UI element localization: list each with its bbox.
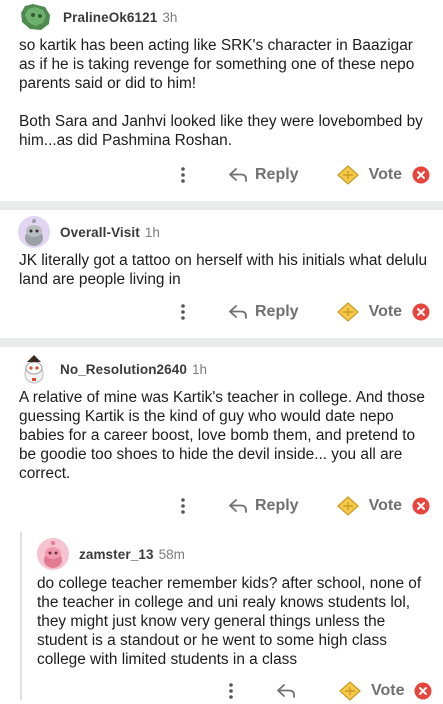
reply-label: Reply bbox=[255, 166, 299, 183]
avatar[interactable] bbox=[37, 538, 69, 570]
vote-group: Vote bbox=[336, 165, 430, 185]
remove-x-icon[interactable] bbox=[412, 497, 430, 515]
remove-x-icon[interactable] bbox=[412, 166, 430, 184]
vote-label[interactable]: Vote bbox=[369, 497, 402, 515]
comment-actions: Reply Vote bbox=[173, 162, 430, 188]
timestamp: 1h bbox=[191, 361, 208, 377]
comment-body: do college teacher remember kids? after … bbox=[37, 574, 435, 669]
more-vertical-icon bbox=[181, 304, 185, 320]
comment-2: Overall-Visit 1h JK literally got a tatt… bbox=[0, 210, 443, 338]
timestamp: 3h bbox=[162, 9, 178, 25]
avatar[interactable] bbox=[18, 216, 50, 248]
more-vertical-icon bbox=[181, 167, 185, 183]
username[interactable]: zamster_13 bbox=[79, 547, 154, 562]
snoo-avatar-icon bbox=[18, 216, 50, 248]
comment-actions: Vote bbox=[221, 678, 432, 704]
vote-coin-icon[interactable] bbox=[336, 496, 359, 516]
snoo-avatar-icon bbox=[21, 4, 50, 30]
vote-group: Vote bbox=[336, 302, 430, 322]
remove-x-icon[interactable] bbox=[412, 303, 430, 321]
comment-actions: Reply Vote bbox=[173, 493, 430, 519]
timestamp: 58m bbox=[158, 546, 185, 562]
more-options-button[interactable] bbox=[173, 304, 193, 320]
reply-button[interactable]: Reply bbox=[229, 497, 299, 515]
comment-header: PralineOk6121 3h bbox=[19, 2, 177, 32]
snoo-avatar-icon bbox=[24, 355, 44, 384]
timestamp: 1h bbox=[144, 224, 160, 240]
more-options-button[interactable] bbox=[173, 498, 193, 514]
more-options-button[interactable] bbox=[173, 167, 193, 183]
more-options-button[interactable] bbox=[221, 683, 241, 699]
comment-header: zamster_13 58m bbox=[37, 538, 185, 570]
username[interactable]: PralineOk6121 bbox=[63, 10, 157, 25]
comment-paragraph: JK literally got a tattoo on herself wit… bbox=[19, 252, 428, 288]
snoo-avatar-icon bbox=[37, 538, 69, 570]
username[interactable]: Overall-Visit bbox=[60, 225, 140, 240]
reply-arrow-icon bbox=[277, 684, 295, 698]
username[interactable]: No_Resolution2640 bbox=[60, 362, 187, 377]
comment-actions: Reply Vote bbox=[173, 299, 430, 325]
vote-label[interactable]: Vote bbox=[369, 166, 402, 184]
reply-button[interactable]: Reply bbox=[229, 166, 299, 184]
comment-paragraph: A relative of mine was Kartik's teacher … bbox=[19, 389, 425, 482]
comment-paragraph: do college teacher remember kids? after … bbox=[37, 575, 422, 668]
vote-coin-icon[interactable] bbox=[339, 681, 361, 701]
comment-header: Overall-Visit 1h bbox=[18, 216, 160, 248]
reply-button[interactable]: Reply bbox=[229, 303, 299, 321]
vote-coin-icon[interactable] bbox=[336, 302, 359, 322]
reply-label: Reply bbox=[255, 303, 299, 320]
comment-paragraph: Both Sara and Janhvi looked like they we… bbox=[19, 113, 423, 149]
comment-4-reply: zamster_13 58m do college teacher rememb… bbox=[22, 532, 443, 701]
vote-group: Vote bbox=[339, 681, 432, 701]
comment-header: No_Resolution2640 1h bbox=[18, 353, 207, 385]
reply-arrow-icon bbox=[229, 305, 247, 319]
reply-button[interactable] bbox=[277, 684, 303, 698]
avatar[interactable] bbox=[18, 353, 50, 385]
reply-arrow-icon bbox=[229, 168, 247, 182]
divider bbox=[0, 201, 443, 210]
vote-group: Vote bbox=[336, 496, 430, 516]
comment-body: A relative of mine was Kartik's teacher … bbox=[19, 388, 429, 483]
vote-label[interactable]: Vote bbox=[371, 682, 404, 700]
comment-body: JK literally got a tattoo on herself wit… bbox=[19, 251, 429, 289]
avatar[interactable] bbox=[19, 2, 53, 32]
vote-coin-icon[interactable] bbox=[336, 165, 359, 185]
vote-label[interactable]: Vote bbox=[369, 303, 402, 321]
comment-body: so kartik has been acting like SRK's cha… bbox=[19, 36, 429, 150]
comment-paragraph: so kartik has been acting like SRK's cha… bbox=[19, 37, 415, 92]
more-vertical-icon bbox=[181, 498, 185, 514]
reply-label: Reply bbox=[255, 497, 299, 514]
comment-1: PralineOk6121 3h so kartik has been acti… bbox=[0, 0, 443, 206]
more-vertical-icon bbox=[229, 683, 233, 699]
reply-arrow-icon bbox=[229, 499, 247, 513]
divider bbox=[0, 338, 443, 347]
remove-x-icon[interactable] bbox=[414, 682, 432, 700]
